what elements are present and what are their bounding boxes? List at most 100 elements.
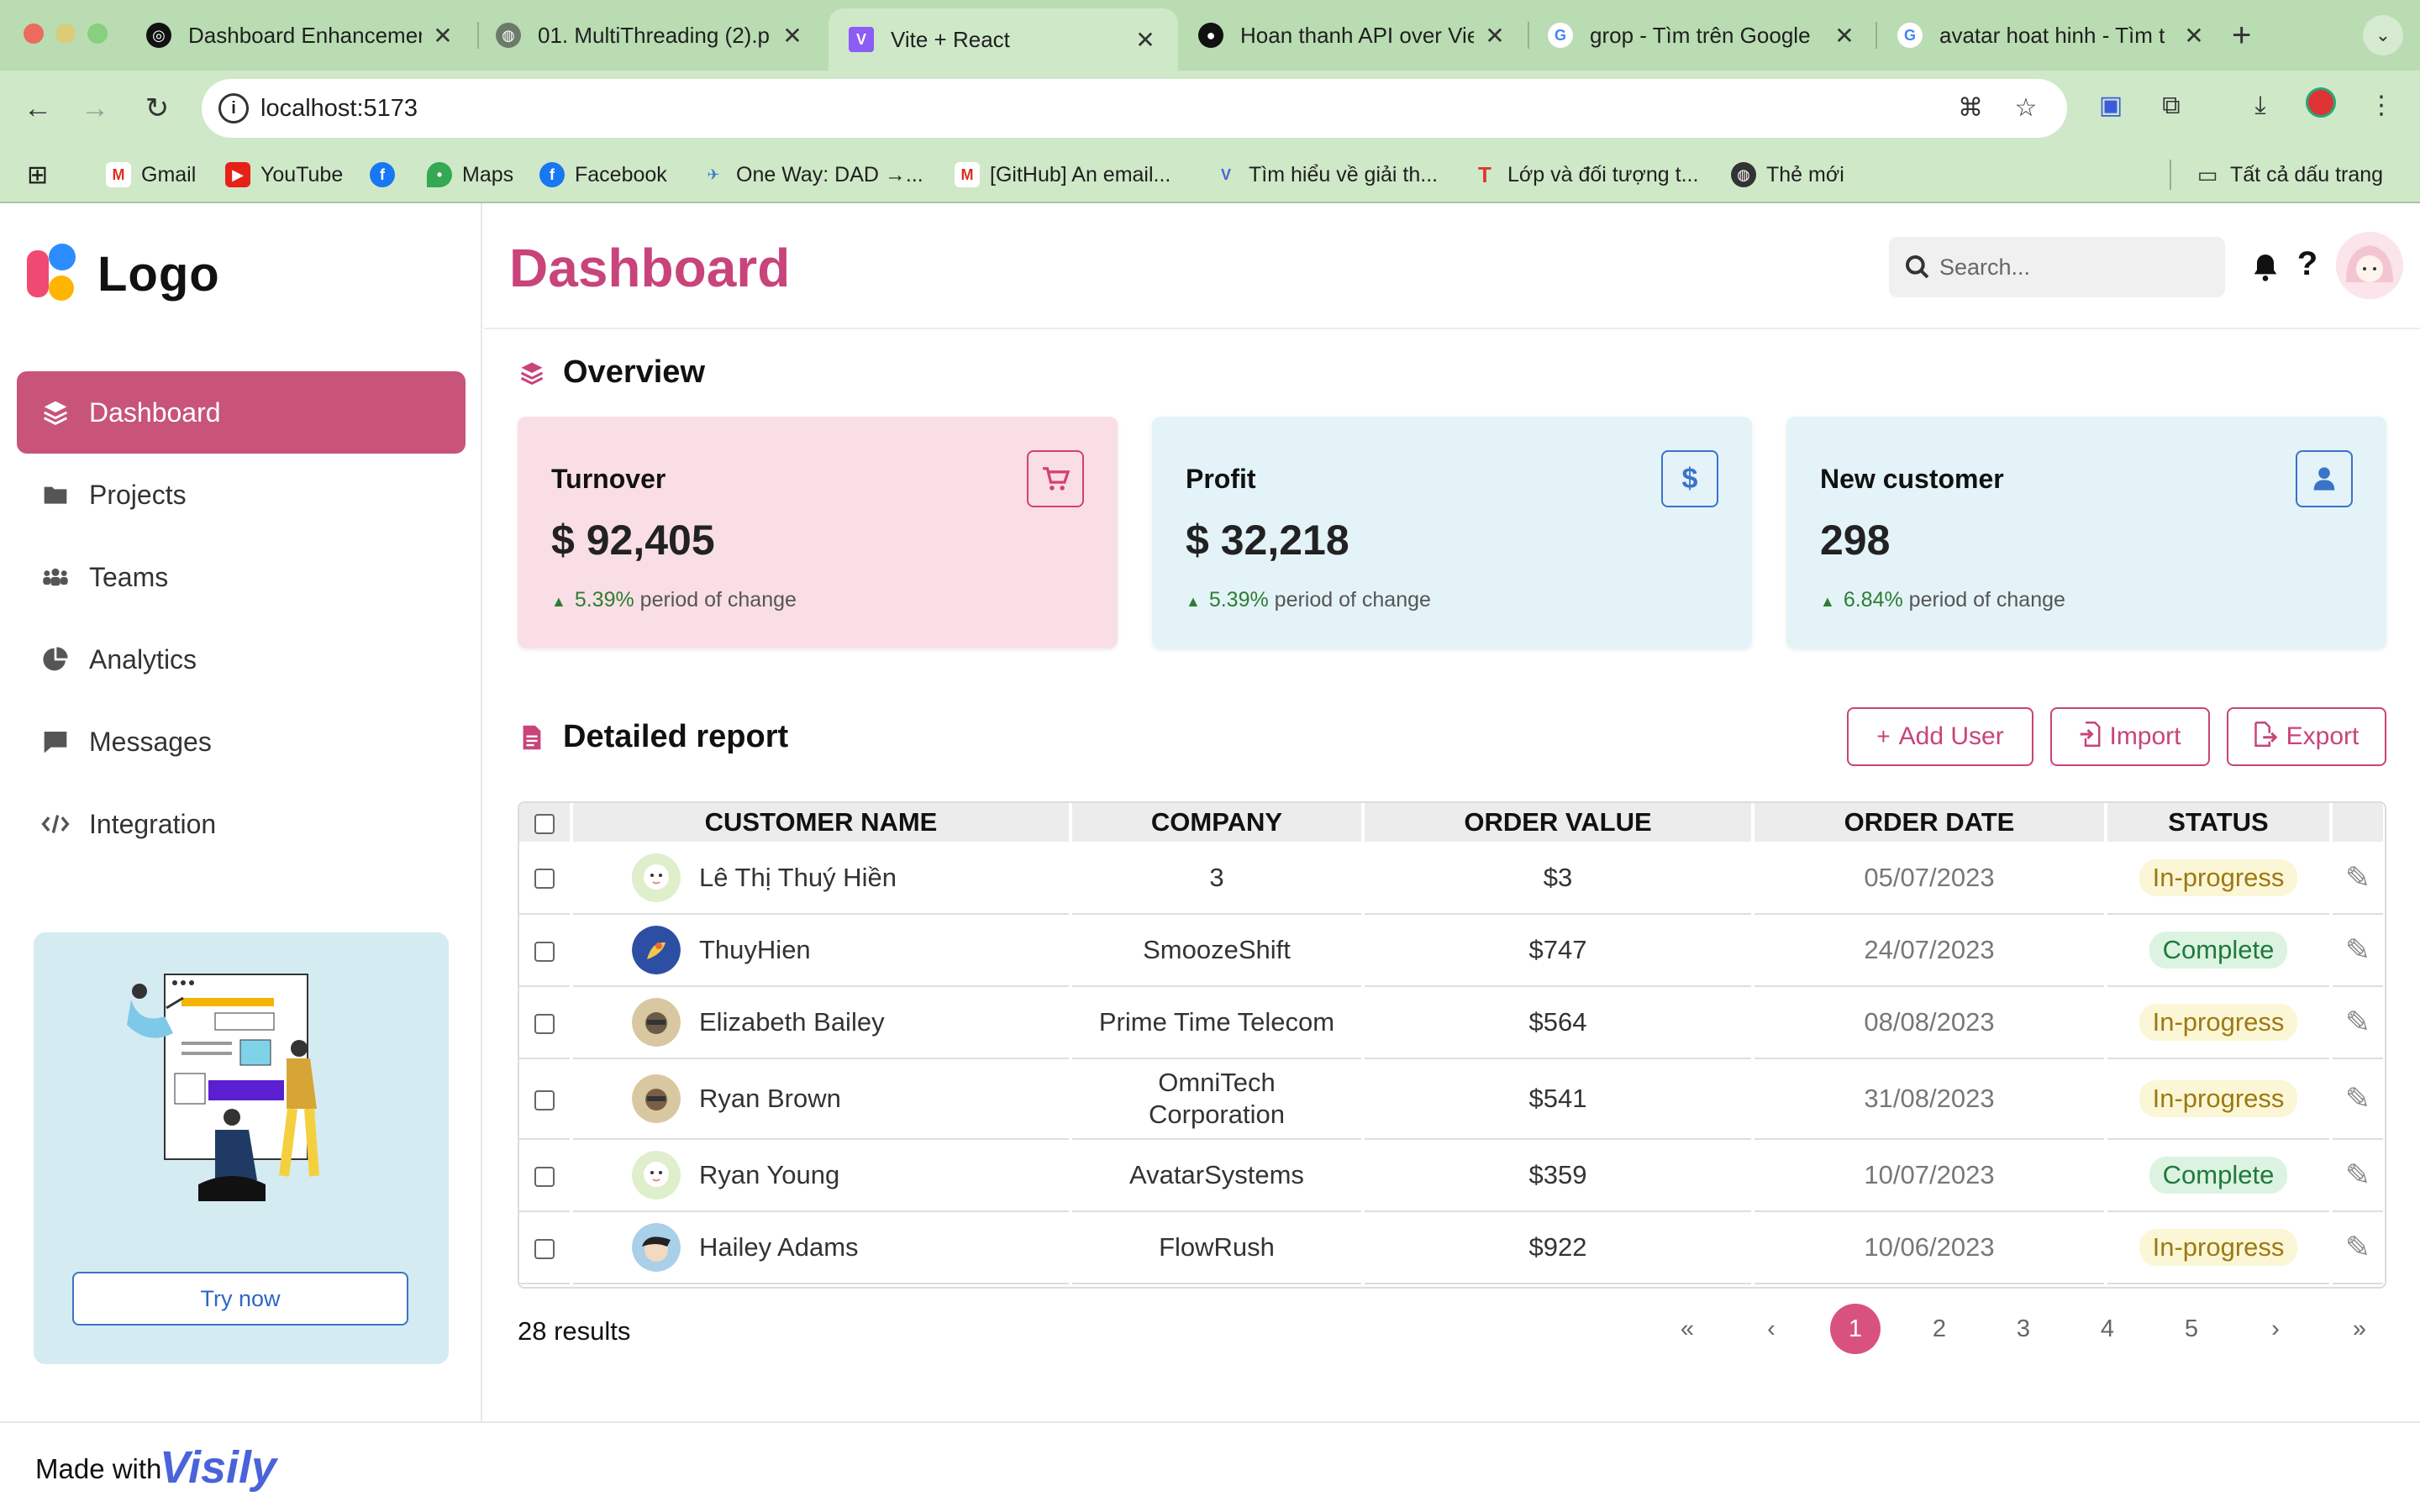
- apps-grid-icon[interactable]: ⊞: [27, 160, 48, 190]
- try-now-button[interactable]: Try now: [72, 1272, 408, 1326]
- order-value-cell: $922: [1363, 1211, 1754, 1284]
- close-tab-icon[interactable]: ✕: [780, 22, 805, 50]
- edit-pencil-icon[interactable]: ✎: [2345, 1230, 2370, 1264]
- column-header[interactable]: STATUS: [2106, 803, 2333, 842]
- window-zoom-button[interactable]: [87, 24, 108, 44]
- back-arrow-icon[interactable]: ←: [17, 87, 59, 129]
- page-button-current[interactable]: 1: [1830, 1304, 1881, 1354]
- edit-pencil-icon[interactable]: ✎: [2345, 1081, 2370, 1116]
- bookmark-item[interactable]: ✈ One Way: DAD →...: [701, 160, 923, 190]
- column-header[interactable]: ORDER DATE: [1753, 803, 2107, 842]
- table-row[interactable]: Ryan Young AvatarSystems $359 10/07/2023…: [519, 1139, 2385, 1212]
- browser-tab[interactable]: ◎ Dashboard Enhancement ✕: [126, 8, 476, 62]
- profile-icon[interactable]: [2302, 87, 2339, 124]
- close-tab-icon[interactable]: ✕: [1832, 22, 1857, 50]
- bookmark-item[interactable]: M Gmail: [106, 160, 196, 190]
- row-checkbox[interactable]: [519, 1211, 573, 1284]
- row-checkbox[interactable]: [519, 1058, 573, 1140]
- logo[interactable]: Logo: [27, 244, 220, 304]
- made-with-text: Made with: [35, 1453, 162, 1484]
- table-row[interactable]: Lê Thị Thuý Hiền 3 $3 05/07/2023 In-prog…: [519, 842, 2385, 915]
- table-row[interactable]: Elizabeth Bailey Prime Time Telecom $564…: [519, 986, 2385, 1059]
- row-checkbox[interactable]: [519, 986, 573, 1059]
- browser-menu-icon[interactable]: ⋮: [2363, 87, 2400, 124]
- browser-tab-active[interactable]: V Vite + React ✕: [829, 8, 1178, 71]
- next-page-button[interactable]: ›: [2250, 1304, 2301, 1354]
- column-header[interactable]: ORDER VALUE: [1363, 803, 1754, 842]
- extension-icon[interactable]: ▣: [2092, 87, 2129, 124]
- sidebar-item-analytics[interactable]: Analytics: [17, 618, 466, 701]
- browser-tab[interactable]: G avatar hoat hinh - Tìm t ✕: [1877, 8, 2227, 62]
- sidebar-item-label: Projects: [89, 479, 187, 510]
- window-close-button[interactable]: [24, 24, 44, 44]
- column-header[interactable]: COMPANY: [1071, 803, 1365, 842]
- first-page-button[interactable]: «: [1662, 1304, 1712, 1354]
- sidebar-item-messages[interactable]: Messages: [17, 701, 466, 783]
- address-bar[interactable]: i localhost:5173 ⌘ ☆: [202, 79, 2067, 138]
- extensions-puzzle-icon[interactable]: ⧉: [2153, 87, 2190, 124]
- table-row[interactable]: Hailey Adams FlowRush $922 10/06/2023 In…: [519, 1211, 2385, 1284]
- status-badge: In-progress: [2139, 1080, 2298, 1117]
- bookmark-item[interactable]: ▶ YouTube: [225, 160, 343, 190]
- sidebar-item-dashboard[interactable]: Dashboard: [17, 371, 466, 454]
- close-tab-icon[interactable]: ✕: [1133, 26, 1158, 54]
- sidebar-item-projects[interactable]: Projects: [17, 454, 466, 536]
- edit-pencil-icon[interactable]: ✎: [2345, 860, 2370, 895]
- site-info-icon[interactable]: i: [218, 93, 249, 123]
- forward-arrow-icon[interactable]: →: [74, 87, 116, 129]
- row-checkbox[interactable]: [519, 1139, 573, 1212]
- column-header[interactable]: CUSTOMER NAME: [571, 803, 1072, 842]
- bell-icon[interactable]: [2249, 250, 2282, 284]
- page-button[interactable]: 3: [1998, 1304, 2049, 1354]
- prev-page-button[interactable]: ‹: [1746, 1304, 1797, 1354]
- close-tab-icon[interactable]: ✕: [2181, 22, 2207, 50]
- sidebar-item-teams[interactable]: Teams: [17, 536, 466, 618]
- user-avatar[interactable]: [2336, 232, 2403, 299]
- bookmark-item[interactable]: • Maps: [427, 160, 513, 190]
- browser-tab[interactable]: G grop - Tìm trên Google ✕: [1528, 8, 1877, 62]
- bookmark-star-icon[interactable]: ☆: [2008, 91, 2044, 126]
- search-input[interactable]: Search...: [1889, 237, 2225, 297]
- last-page-button[interactable]: »: [2334, 1304, 2385, 1354]
- github-icon: ●: [1198, 23, 1223, 48]
- select-all-checkbox[interactable]: [519, 803, 573, 842]
- all-bookmarks-button[interactable]: ▭ Tất cả dấu trang: [2170, 160, 2383, 190]
- page-button[interactable]: 4: [2082, 1304, 2133, 1354]
- sidebar-item-integration[interactable]: Integration: [17, 783, 466, 865]
- bookmark-item[interactable]: f: [370, 160, 405, 190]
- close-tab-icon[interactable]: ✕: [1482, 22, 1507, 50]
- bookmark-item[interactable]: ◍ Thẻ mới: [1731, 160, 1844, 190]
- page-button[interactable]: 5: [2166, 1304, 2217, 1354]
- row-checkbox[interactable]: [519, 842, 573, 915]
- window-minimize-button[interactable]: [55, 24, 76, 44]
- reload-icon[interactable]: ↻: [136, 87, 178, 129]
- translate-icon[interactable]: ⌘: [1953, 91, 1988, 126]
- download-icon[interactable]: ⤓: [2242, 87, 2279, 124]
- edit-pencil-icon[interactable]: ✎: [2345, 1158, 2370, 1192]
- page-button[interactable]: 2: [1914, 1304, 1965, 1354]
- globe-icon: ◍: [1731, 162, 1756, 187]
- new-tab-button[interactable]: +: [2232, 17, 2251, 55]
- table-row[interactable]: ThuyHien SmoozeShift $747 24/07/2023 Com…: [519, 914, 2385, 987]
- bookmark-item[interactable]: V Tìm hiểu về giải th...: [1213, 160, 1438, 190]
- search-placeholder: Search...: [1939, 254, 2031, 280]
- browser-tab[interactable]: ◍ 01. MultiThreading (2).p ✕: [476, 8, 825, 62]
- bookmark-item[interactable]: f Facebook: [539, 160, 667, 190]
- status-badge: In-progress: [2139, 1004, 2298, 1041]
- close-tab-icon[interactable]: ✕: [430, 22, 455, 50]
- bookmark-item[interactable]: M [GitHub] An email...: [955, 160, 1171, 190]
- customer-name: Lê Thị Thuý Hiền: [699, 862, 897, 892]
- tab-search-button[interactable]: ⌄: [2363, 15, 2403, 55]
- table-row[interactable]: Ryan Brown OmniTech Corporation $541 31/…: [519, 1058, 2385, 1140]
- import-button[interactable]: Import: [2050, 707, 2210, 766]
- row-checkbox[interactable]: [519, 914, 573, 987]
- edit-pencil-icon[interactable]: ✎: [2345, 932, 2370, 967]
- add-user-button[interactable]: + Add User: [1847, 707, 2033, 766]
- edit-pencil-icon[interactable]: ✎: [2345, 1005, 2370, 1039]
- export-button[interactable]: Export: [2227, 707, 2386, 766]
- bookmark-item[interactable]: T Lớp và đối tượng t...: [1472, 160, 1698, 190]
- visily-logo[interactable]: Visily: [160, 1441, 276, 1494]
- overview-cards: Turnover $ 92,405 ▲ 5.39% period of chang…: [518, 417, 2386, 648]
- browser-tab[interactable]: ● Hoan thanh API over Vie ✕: [1178, 8, 1528, 62]
- help-icon[interactable]: ?: [2291, 245, 2324, 283]
